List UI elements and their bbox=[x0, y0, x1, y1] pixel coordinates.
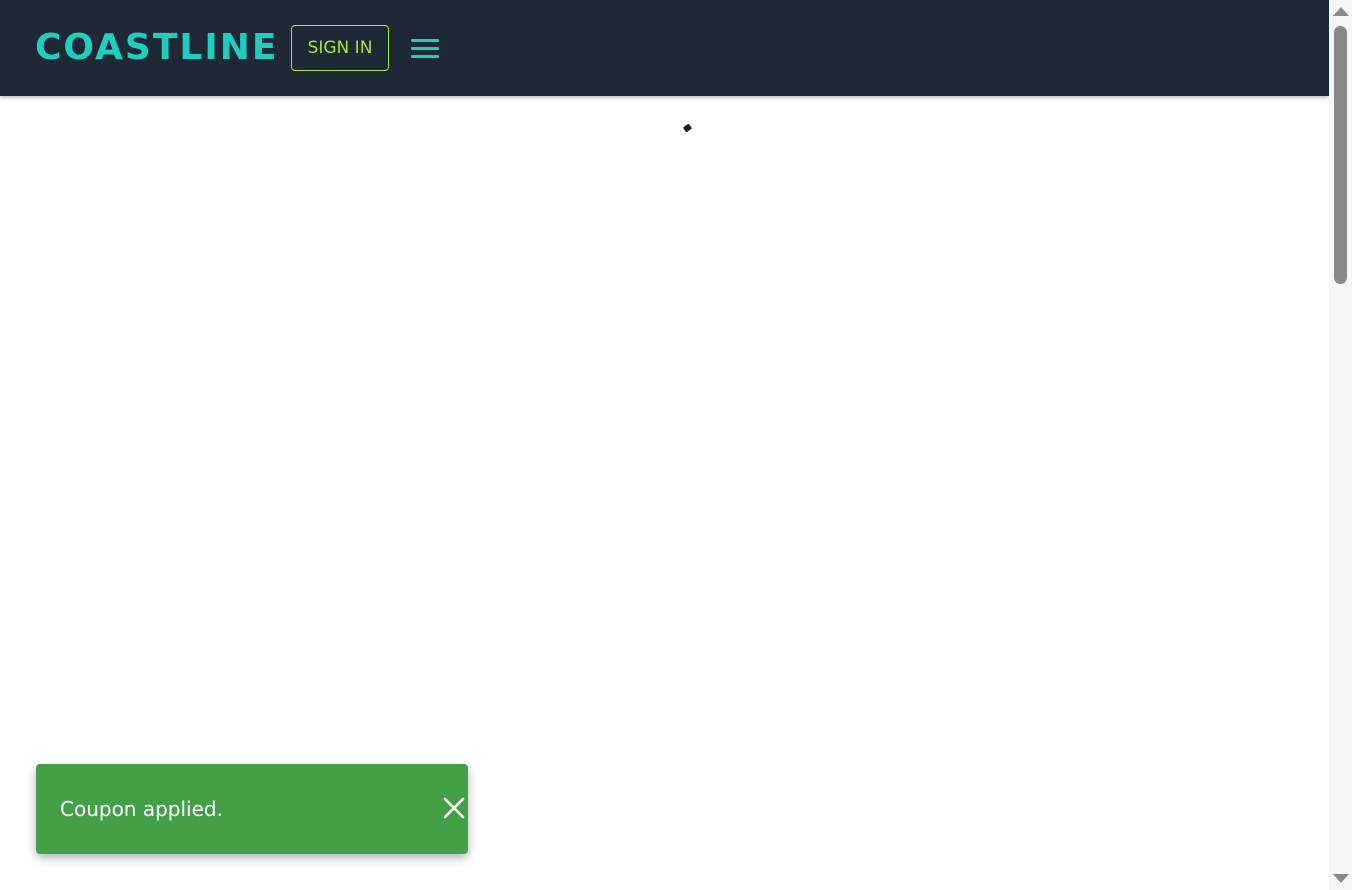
hamburger-menu-icon[interactable] bbox=[408, 34, 442, 62]
page: COASTLINE SIGN IN Coupon applied. bbox=[0, 0, 1352, 890]
close-icon[interactable] bbox=[438, 793, 470, 825]
scroll-up-arrow-icon[interactable] bbox=[1333, 7, 1349, 16]
scroll-down-arrow-icon[interactable] bbox=[1333, 874, 1349, 883]
toast-message: Coupon applied. bbox=[60, 797, 223, 821]
snackbar-toast: Coupon applied. bbox=[36, 764, 468, 854]
menu-bar bbox=[411, 46, 439, 50]
close-icon-glyph bbox=[443, 797, 465, 819]
menu-bar bbox=[411, 38, 439, 42]
vertical-scrollbar[interactable] bbox=[1329, 0, 1352, 890]
sign-in-button[interactable]: SIGN IN bbox=[291, 25, 389, 71]
scrollbar-thumb[interactable] bbox=[1334, 26, 1347, 284]
coastline-logo[interactable]: COASTLINE bbox=[35, 27, 278, 69]
menu-bar bbox=[411, 54, 439, 58]
loading-spinner-icon bbox=[682, 123, 693, 133]
top-navbar: COASTLINE SIGN IN bbox=[0, 0, 1329, 96]
